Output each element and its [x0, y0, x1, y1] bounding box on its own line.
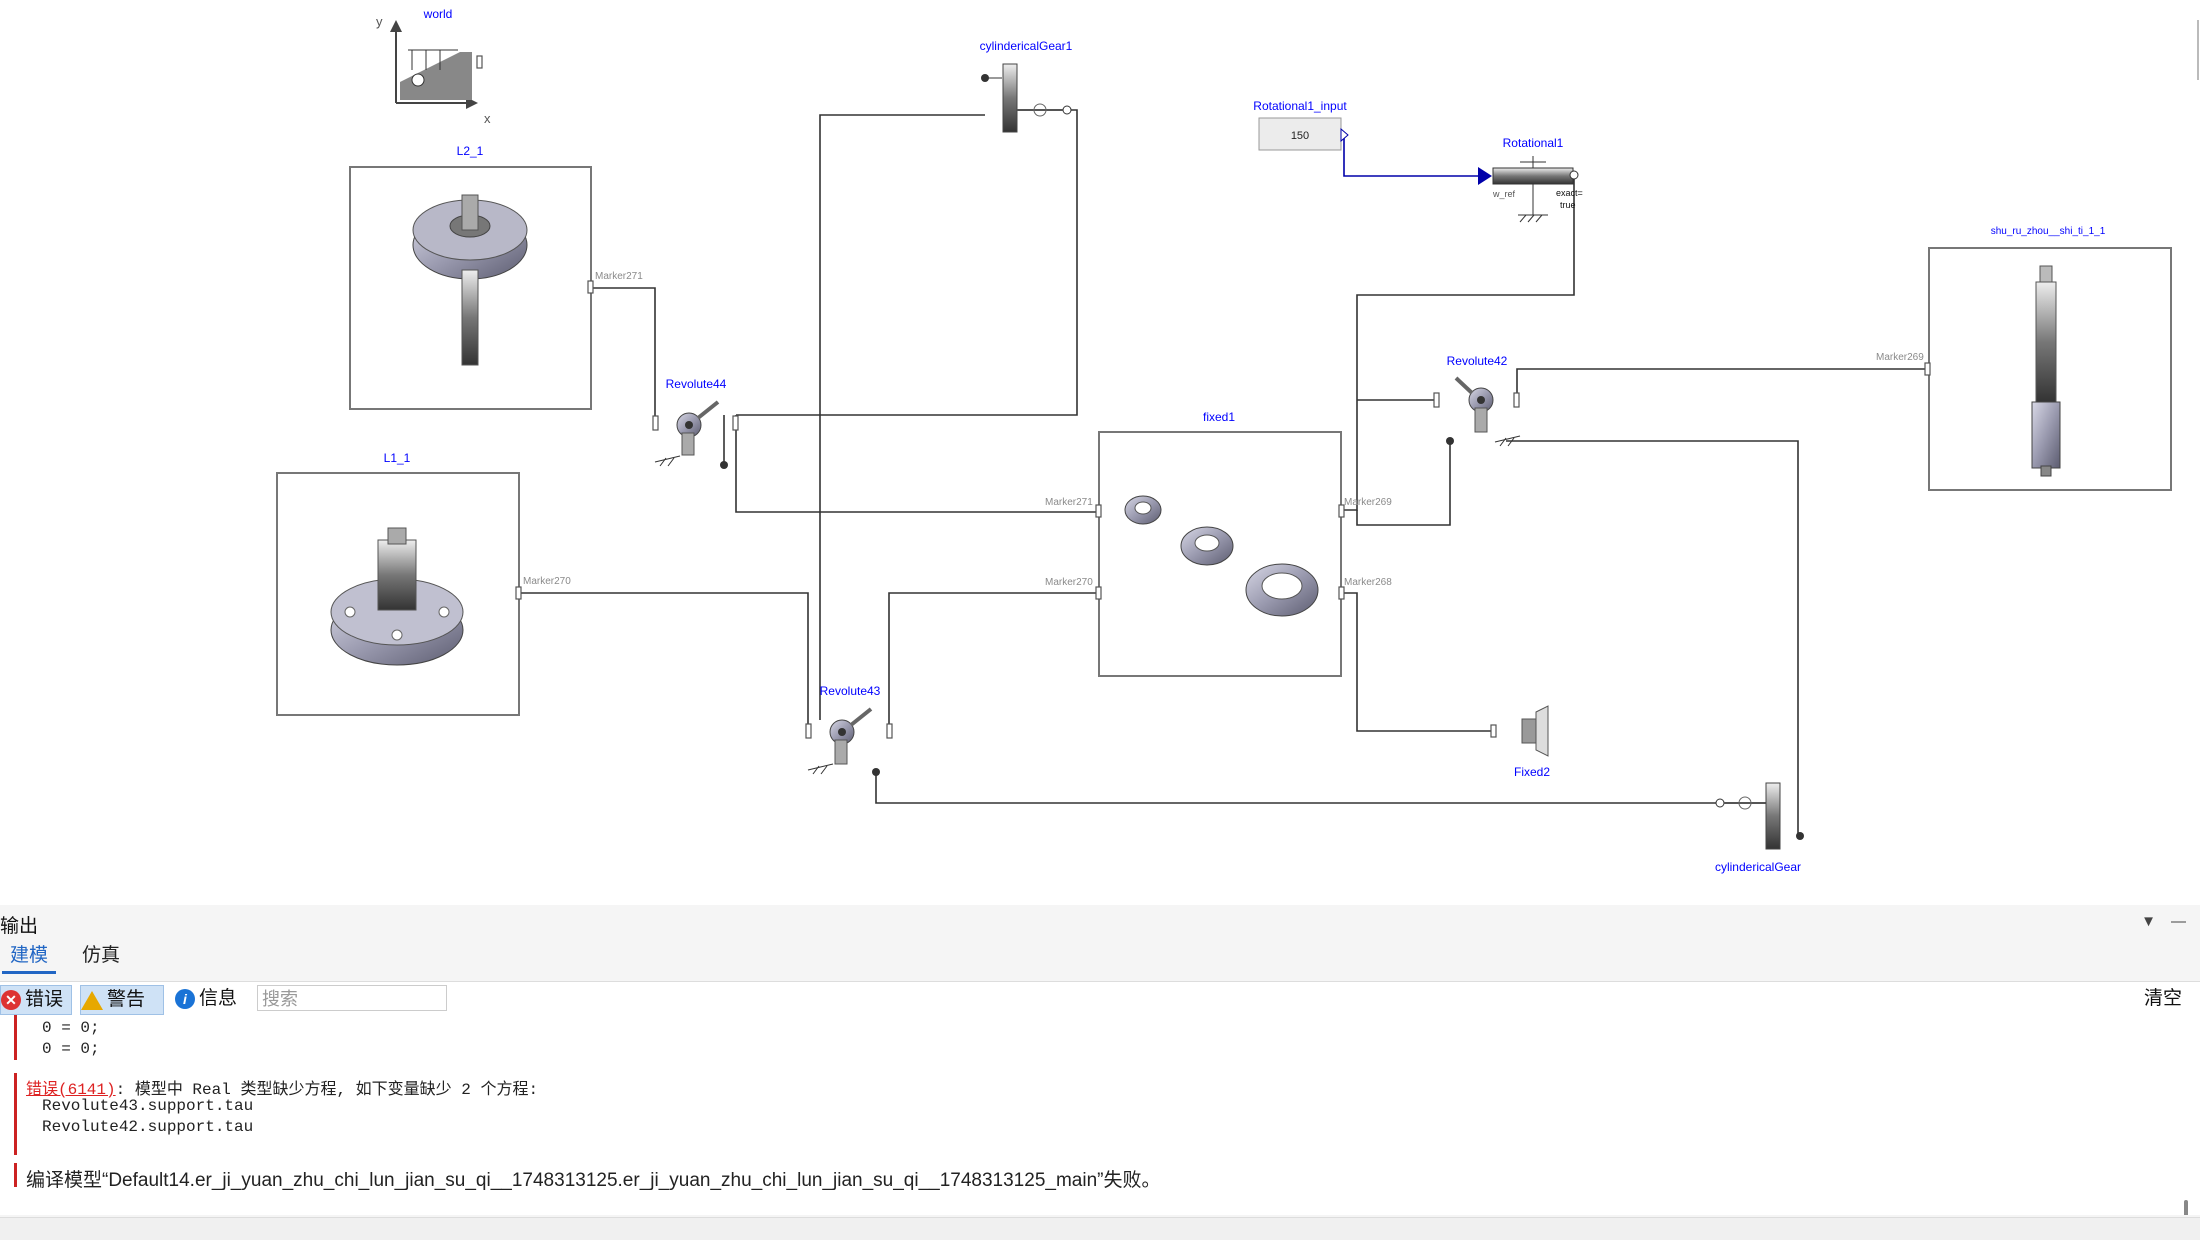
input-shaft-body[interactable]: shu_ru_zhou__shi_ti_1_1 Marker269 [1876, 226, 2172, 491]
filter-error-button[interactable]: ✕ 错误 [0, 985, 72, 1015]
output-toolbar: ✕ 错误 警告 i 信息 搜索 清空 [0, 981, 2200, 1016]
svg-text:Rotational1_input: Rotational1_input [1253, 99, 1347, 113]
diagram-canvas[interactable]: world y x L2_1 Marker271 L1_1 Marker270 … [0, 0, 2200, 905]
svg-text:world: world [423, 7, 453, 21]
svg-text:cylindericalGear1: cylindericalGear1 [980, 39, 1073, 53]
status-bar [0, 1217, 2200, 1240]
cylindrical-gear[interactable]: cylindericalGear [1715, 782, 1804, 874]
svg-text:Marker270: Marker270 [523, 576, 571, 587]
rotational1-drive[interactable]: Rotational1 w_ref exact= true [1478, 136, 1583, 223]
svg-text:L2_1: L2_1 [457, 144, 484, 158]
body-L2-1[interactable]: L2_1 Marker271 [349, 144, 643, 410]
log-line-compile-fail: 编译模型“Default14.er_ji_yuan_zhu_chi_lun_ji… [26, 1170, 1161, 1191]
svg-text:Marker270: Marker270 [1045, 577, 1093, 588]
svg-text:Rotational1: Rotational1 [1503, 136, 1564, 150]
revolute42-joint[interactable]: Revolute42 [1433, 354, 1521, 447]
svg-text:Revolute44: Revolute44 [666, 377, 727, 391]
cylindrical-gear-1[interactable]: cylindericalGear1 [980, 39, 1073, 133]
svg-text:true: true [1560, 200, 1576, 210]
search-input[interactable]: 搜索 [257, 985, 447, 1011]
log-scrollbar[interactable] [2184, 1200, 2188, 1215]
info-icon: i [175, 989, 195, 1009]
svg-text:Fixed2: Fixed2 [1514, 765, 1550, 779]
log-line: 0 = 0; [42, 1019, 100, 1037]
filter-warning-button[interactable]: 警告 [80, 985, 164, 1015]
error-marker [14, 1073, 17, 1155]
world-component[interactable]: world y x [376, 7, 491, 126]
warning-icon [81, 990, 103, 1010]
log-line: Revolute43.support.tau [42, 1097, 254, 1115]
output-panel-title: 输出 [0, 916, 39, 937]
output-panel: 输出 ▼ — 建模 仿真 ✕ 错误 警告 i 信息 搜索 清空 0 = 0; 0… [0, 905, 2200, 1240]
svg-text:Marker271: Marker271 [595, 271, 643, 282]
tab-simulation[interactable]: 仿真 [74, 943, 128, 971]
svg-text:fixed1: fixed1 [1203, 410, 1235, 424]
svg-text:shu_ru_zhou__shi_ti_1_1: shu_ru_zhou__shi_ti_1_1 [1991, 226, 2106, 237]
log-line: Revolute42.support.tau [42, 1118, 254, 1136]
filter-info-button[interactable]: i 信息 [175, 985, 245, 1013]
error-icon: ✕ [1, 990, 21, 1010]
filter-info-label: 信息 [199, 988, 238, 1009]
output-log: 0 = 0; 0 = 0; 错误(6141): 模型中 Real 类型缺少方程,… [0, 1015, 2200, 1215]
filter-warning-label: 警告 [107, 989, 146, 1010]
fixed2-ground[interactable]: Fixed2 [1490, 705, 1550, 779]
rotational1-input-block[interactable]: Rotational1_input 150 [1253, 99, 1349, 151]
output-tabs: 建模 仿真 [0, 943, 2200, 974]
filter-error-label: 错误 [25, 989, 64, 1010]
svg-text:y: y [376, 14, 383, 29]
clear-button[interactable]: 清空 [2144, 985, 2182, 1013]
chevron-down-icon[interactable]: ▼ [2141, 913, 2156, 930]
svg-text:x: x [484, 111, 491, 126]
svg-text:Marker271: Marker271 [1045, 497, 1093, 508]
fixed1-body[interactable]: fixed1 Marker271 Marker270 Marker269 Mar… [1045, 410, 1392, 677]
svg-text:Marker268: Marker268 [1344, 577, 1392, 588]
svg-text:cylindericalGear: cylindericalGear [1715, 860, 1801, 874]
svg-text:Marker269: Marker269 [1876, 352, 1924, 363]
body-L1-1[interactable]: L1_1 Marker270 [276, 451, 571, 716]
svg-text:Revolute43: Revolute43 [820, 684, 881, 698]
tab-modeling[interactable]: 建模 [2, 943, 57, 974]
log-line: 0 = 0; [42, 1040, 100, 1058]
svg-text:150: 150 [1291, 130, 1309, 142]
svg-text:w_ref: w_ref [1492, 189, 1516, 199]
revolute43-joint[interactable]: Revolute43 [805, 684, 893, 776]
svg-text:exact=: exact= [1556, 188, 1583, 198]
error-marker [14, 1163, 17, 1187]
svg-text:Marker269: Marker269 [1344, 497, 1392, 508]
revolute44-joint[interactable]: Revolute44 [652, 377, 739, 469]
log-line: 错误(6141): 模型中 Real 类型缺少方程, 如下变量缺少 2 个方程: [26, 1075, 538, 1099]
error-marker [14, 1015, 17, 1060]
svg-text:Revolute42: Revolute42 [1447, 354, 1508, 368]
minimize-icon[interactable]: — [2171, 913, 2186, 930]
diagram-svg[interactable]: world y x L2_1 Marker271 L1_1 Marker270 … [0, 0, 2200, 905]
svg-text:L1_1: L1_1 [384, 451, 411, 465]
